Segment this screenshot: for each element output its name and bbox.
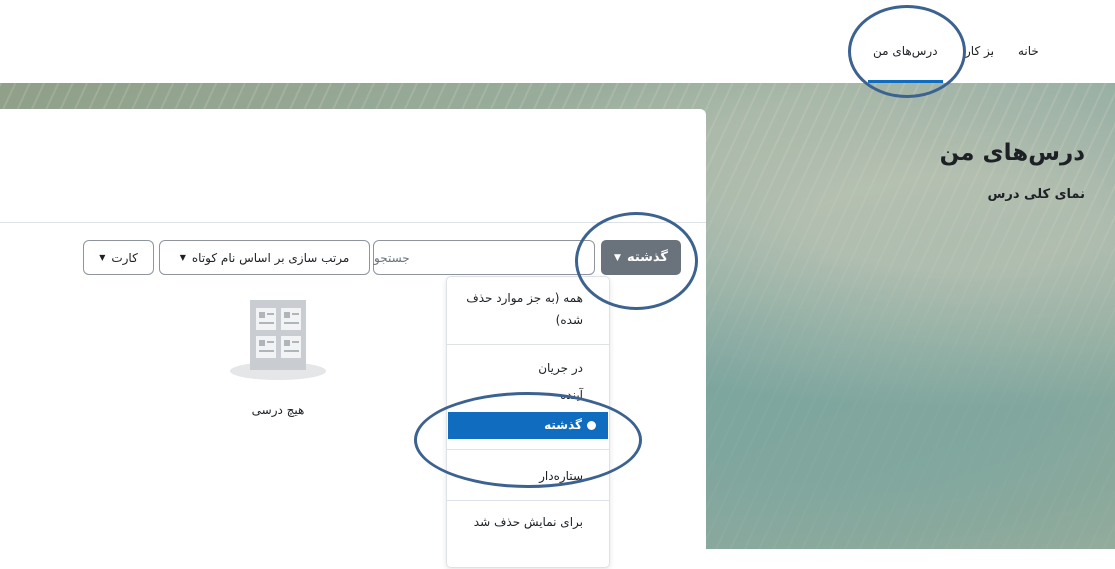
filter-option-removed[interactable]: برای نمایش حذف شد — [448, 511, 608, 533]
search-placeholder: جستجو — [374, 250, 410, 265]
empty-state-text: هیچ درسی — [251, 403, 305, 417]
view-select[interactable]: کارت ▼ — [83, 240, 154, 275]
annotation-circle — [414, 392, 642, 488]
chevron-down-icon: ▼ — [99, 253, 106, 262]
dropdown-divider — [447, 500, 609, 501]
section-title: نمای کلی درس — [987, 187, 1085, 202]
chevron-down-icon: ▼ — [179, 253, 186, 262]
no-courses-illustration-icon — [230, 300, 326, 380]
view-label: کارت — [111, 250, 138, 265]
filter-option-all[interactable]: همه (به جز موارد حذف شده) — [448, 287, 608, 331]
nav-home[interactable]: خانه — [1018, 44, 1039, 58]
page-title: درس‌های من — [939, 140, 1085, 166]
search-input[interactable]: جستجو — [373, 240, 595, 275]
sort-select[interactable]: مرتب سازی بر اساس نام کوتاه ▼ — [159, 240, 370, 275]
nav-dashboard[interactable]: میز کار — [965, 44, 993, 58]
filter-option-inprogress[interactable]: در جریان — [448, 357, 608, 379]
dropdown-divider — [447, 344, 609, 345]
annotation-circle — [575, 212, 698, 310]
sort-label: مرتب سازی بر اساس نام کوتاه — [191, 250, 350, 265]
annotation-circle — [848, 5, 966, 98]
